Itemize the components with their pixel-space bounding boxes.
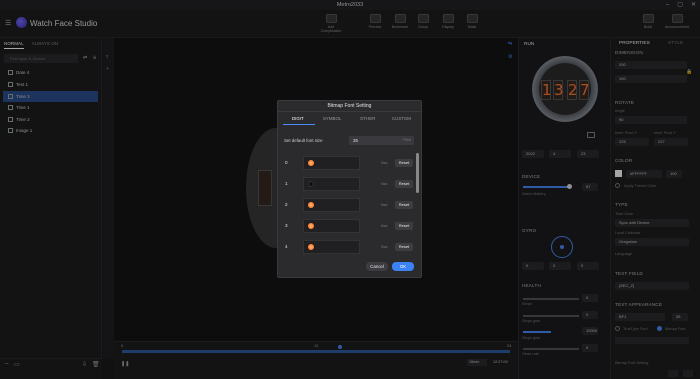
digit-max: Max <box>381 224 388 228</box>
cancel-button[interactable]: Cancel <box>366 262 388 271</box>
digit-row: 2 Max Reset <box>283 198 413 212</box>
reset-button[interactable]: Reset <box>395 159 413 167</box>
digit-max: Max <box>381 245 388 249</box>
digit-max: Max <box>381 161 388 165</box>
tab-digit[interactable]: DIGIT <box>292 116 304 121</box>
reset-button[interactable]: Reset <box>395 201 413 209</box>
default-size-input[interactable]: 35 Pixel <box>349 136 414 145</box>
digit-glyph-icon <box>308 223 314 229</box>
digit-max: Max <box>381 203 388 207</box>
digit-row: 0 Max Reset <box>283 156 413 170</box>
tab-symbol[interactable]: SYMBOL <box>323 116 341 121</box>
default-size-label: Set default font size <box>284 138 323 143</box>
unit-label: Pixel <box>403 138 411 142</box>
digit-glyph-icon <box>308 160 314 166</box>
digit-number: 3 <box>285 223 288 228</box>
default-size-value: 35 <box>353 138 358 143</box>
reset-button[interactable]: Reset <box>395 222 413 230</box>
digit-number: 4 <box>285 244 288 249</box>
digit-row: 3 Max Reset <box>283 219 413 233</box>
tab-custom[interactable]: CUSTOM <box>392 116 411 121</box>
digit-number: 1 <box>285 181 288 186</box>
reset-button[interactable]: Reset <box>395 243 413 251</box>
active-tab-indicator <box>283 124 315 125</box>
digit-row: 1 Max Reset <box>283 177 413 191</box>
digit-glyph-icon <box>308 244 314 250</box>
dialog-title: Bitmap Font Setting <box>277 100 422 112</box>
ok-button[interactable]: OK <box>392 262 414 271</box>
reset-button[interactable]: Reset <box>395 180 413 188</box>
digit-glyph-icon <box>308 181 314 187</box>
digit-max: Max <box>381 182 388 186</box>
digit-glyph-icon <box>308 202 314 208</box>
digit-number: 0 <box>285 160 288 165</box>
tab-other[interactable]: OTHER <box>360 116 375 121</box>
dialog-scrollbar[interactable] <box>416 153 419 193</box>
digit-number: 2 <box>285 202 288 207</box>
digit-row: 4 Max Reset <box>283 240 413 254</box>
